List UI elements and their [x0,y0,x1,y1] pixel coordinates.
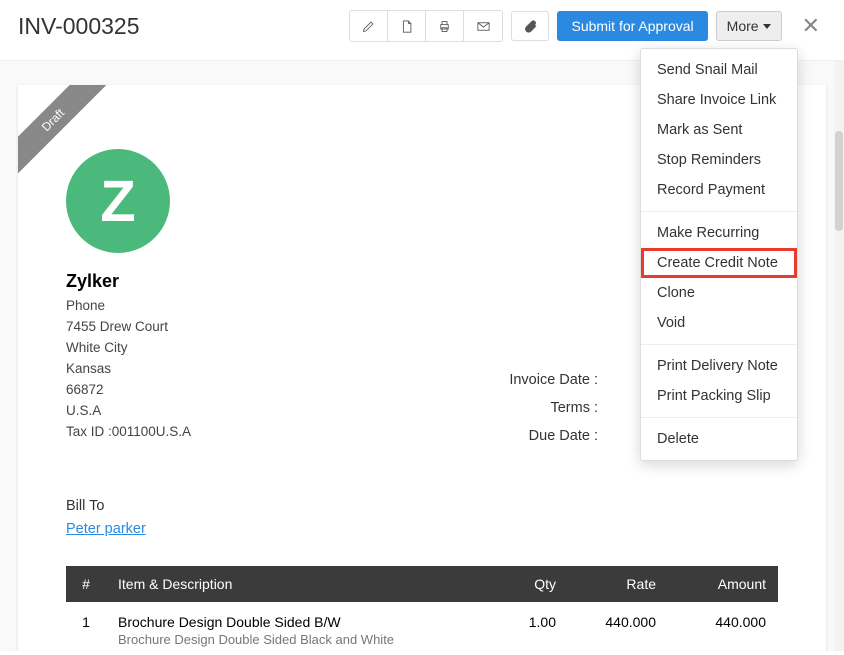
line-items-table: # Item & Description Qty Rate Amount 1Br… [66,566,778,651]
dropdown-item-void[interactable]: Void [641,308,797,338]
pencil-icon [361,19,376,34]
col-header-rate: Rate [568,566,668,602]
dropdown-item-print-packing-slip[interactable]: Print Packing Slip [641,381,797,411]
logo-letter: Z [100,168,135,235]
status-ribbon-label: Draft [18,85,108,175]
dropdown-item-mark-as-sent[interactable]: Mark as Sent [641,115,797,145]
dropdown-item-delete[interactable]: Delete [641,424,797,454]
dropdown-item-print-delivery-note[interactable]: Print Delivery Note [641,351,797,381]
cell-rate: 440.000 [568,602,668,651]
dropdown-separator [641,344,797,345]
caret-down-icon [763,24,771,29]
col-header-amount: Amount [668,566,778,602]
dropdown-item-share-invoice-link[interactable]: Share Invoice Link [641,85,797,115]
printer-icon [437,19,452,34]
meta-label: Invoice Date : [418,372,598,388]
more-dropdown-menu: Send Snail MailShare Invoice LinkMark as… [640,48,798,461]
edit-button[interactable] [350,11,388,41]
toolbar: Submit for Approval More ✕ [349,10,826,42]
close-button[interactable]: ✕ [796,13,826,39]
scrollbar-track[interactable] [834,61,844,651]
dropdown-item-stop-reminders[interactable]: Stop Reminders [641,145,797,175]
bill-to-customer-link[interactable]: Peter parker [66,521,146,537]
status-ribbon: Draft [18,85,108,175]
dropdown-separator [641,417,797,418]
table-row: 1Brochure Design Double Sided B/WBrochur… [66,602,778,651]
more-label: More [727,18,759,34]
dropdown-item-record-payment[interactable]: Record Payment [641,175,797,205]
invoice-number-title: INV-000325 [18,13,349,40]
print-button[interactable] [426,11,464,41]
dropdown-item-create-credit-note[interactable]: Create Credit Note [641,248,797,278]
dropdown-separator [641,211,797,212]
col-header-desc: Item & Description [106,566,488,602]
bill-to-section: Bill To Peter parker [66,498,778,538]
dropdown-item-make-recurring[interactable]: Make Recurring [641,218,797,248]
email-button[interactable] [464,11,502,41]
bill-to-label: Bill To [66,498,778,514]
paperclip-icon [523,19,538,34]
cell-amount: 440.000 [668,602,778,651]
submit-for-approval-button[interactable]: Submit for Approval [557,11,707,41]
cell-num: 1 [66,602,106,651]
mail-icon [476,19,491,34]
cell-qty: 1.00 [488,602,568,651]
col-header-number: # [66,566,106,602]
scrollbar-thumb[interactable] [835,131,843,231]
dropdown-item-clone[interactable]: Clone [641,278,797,308]
toolbar-icon-group [349,10,503,42]
meta-label: Due Date : [418,428,598,444]
attach-button[interactable] [511,11,549,41]
more-dropdown-button[interactable]: More [716,11,782,41]
pdf-icon [399,19,414,34]
cell-desc: Brochure Design Double Sided B/WBrochure… [106,602,488,651]
dropdown-item-send-snail-mail[interactable]: Send Snail Mail [641,55,797,85]
meta-label: Terms : [418,400,598,416]
col-header-qty: Qty [488,566,568,602]
pdf-button[interactable] [388,11,426,41]
